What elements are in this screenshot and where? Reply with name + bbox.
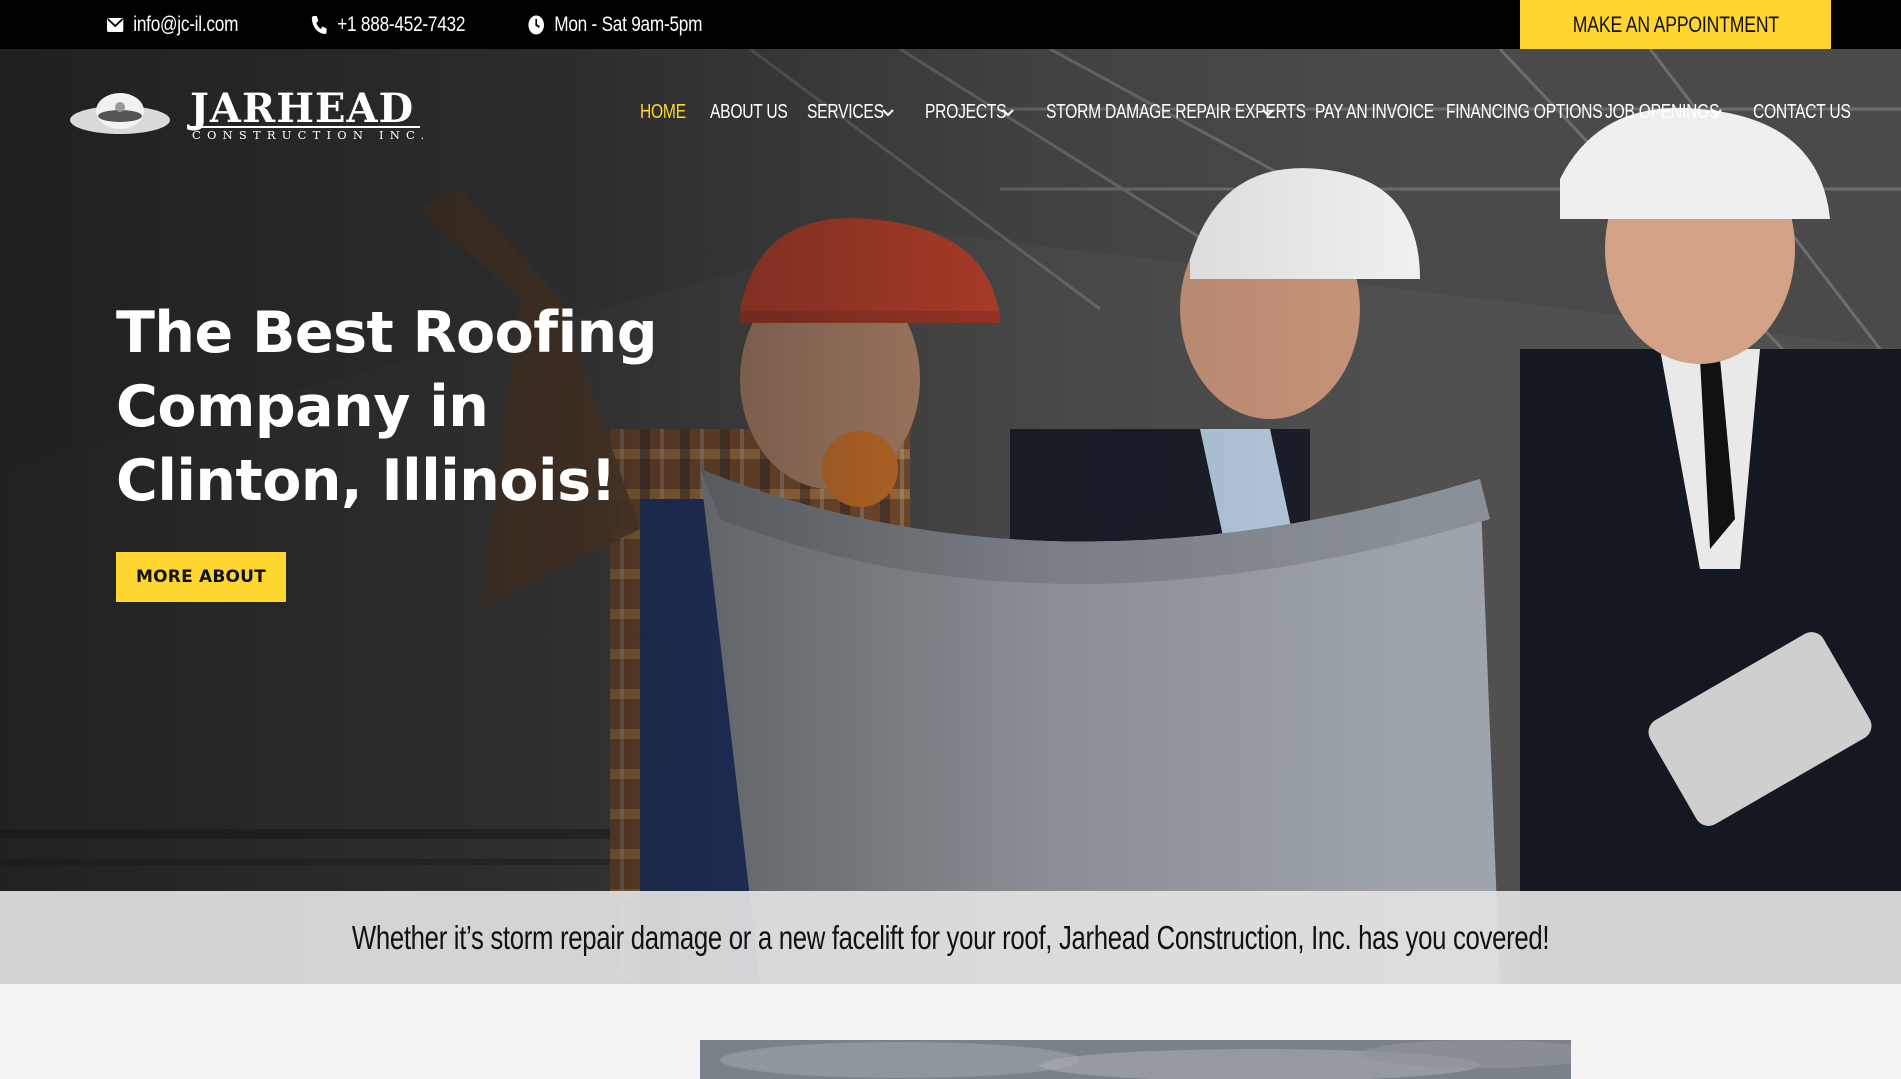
hero-headline: The Best Roofing Company in Clinton, Ill… bbox=[116, 296, 736, 518]
make-appointment-button[interactable]: MAKE AN APPOINTMENT bbox=[1520, 0, 1831, 49]
headline-line-1: The Best Roofing bbox=[116, 300, 658, 366]
nav-job-openings-label: JOB OPENINGS bbox=[1605, 100, 1720, 123]
appointment-label: MAKE AN APPOINTMENT bbox=[1572, 11, 1779, 37]
envelope-icon bbox=[107, 17, 124, 32]
contact-email[interactable]: info@jc-il.com bbox=[107, 0, 238, 49]
nav-contact-us[interactable]: CONTACT US bbox=[1753, 97, 1878, 127]
chevron-down-icon bbox=[882, 109, 894, 117]
nav-about-us-label: ABOUT US bbox=[710, 100, 788, 123]
content-section bbox=[0, 984, 1901, 1079]
phone-icon bbox=[311, 15, 327, 34]
svg-text:JARHEAD: JARHEAD bbox=[187, 86, 414, 132]
nav-contact-us-label: CONTACT US bbox=[1753, 100, 1851, 123]
nav-job-openings[interactable]: JOB OPENINGS bbox=[1605, 97, 1751, 127]
chevron-down-icon bbox=[1002, 109, 1014, 117]
more-about-button[interactable]: MORE ABOUT bbox=[116, 552, 286, 602]
phone-text: +1 888-452-7432 bbox=[337, 12, 466, 36]
nav-projects[interactable]: PROJECTS bbox=[925, 97, 1029, 127]
site-logo[interactable]: JARHEAD CONSTRUCTION INC. bbox=[68, 86, 428, 146]
tagline-banner: Whether it’s storm repair damage or a ne… bbox=[0, 891, 1901, 984]
contact-phone[interactable]: +1 888-452-7432 bbox=[311, 0, 465, 49]
nav-services[interactable]: SERVICES bbox=[807, 97, 905, 127]
clock-icon bbox=[528, 15, 544, 34]
nav-about-us[interactable]: ABOUT US bbox=[710, 97, 809, 127]
chevron-down-icon bbox=[1262, 109, 1274, 117]
headline-line-2: Company in bbox=[116, 374, 489, 440]
nav-pay-invoice[interactable]: PAY AN INVOICE bbox=[1315, 97, 1468, 127]
svg-text:CONSTRUCTION INC.: CONSTRUCTION INC. bbox=[192, 128, 428, 142]
business-hours: Mon - Sat 9am-5pm bbox=[528, 0, 702, 49]
headline-line-3: Clinton, Illinois! bbox=[116, 448, 617, 514]
hours-text: Mon - Sat 9am-5pm bbox=[554, 12, 703, 36]
nav-financing-label: FINANCING OPTIONS bbox=[1446, 100, 1603, 123]
section-image bbox=[700, 1040, 1571, 1079]
top-bar: info@jc-il.com +1 888-452-7432 Mon - Sat… bbox=[0, 0, 1901, 49]
nav-home[interactable]: HOME bbox=[640, 97, 699, 127]
nav-home-label: HOME bbox=[640, 100, 686, 123]
nav-projects-label: PROJECTS bbox=[925, 100, 1007, 123]
tagline-text: Whether it’s storm repair damage or a ne… bbox=[351, 918, 1550, 956]
nav-services-label: SERVICES bbox=[807, 100, 884, 123]
nav-pay-invoice-label: PAY AN INVOICE bbox=[1315, 100, 1434, 123]
chevron-down-icon bbox=[1710, 109, 1722, 117]
email-text: info@jc-il.com bbox=[133, 12, 239, 36]
